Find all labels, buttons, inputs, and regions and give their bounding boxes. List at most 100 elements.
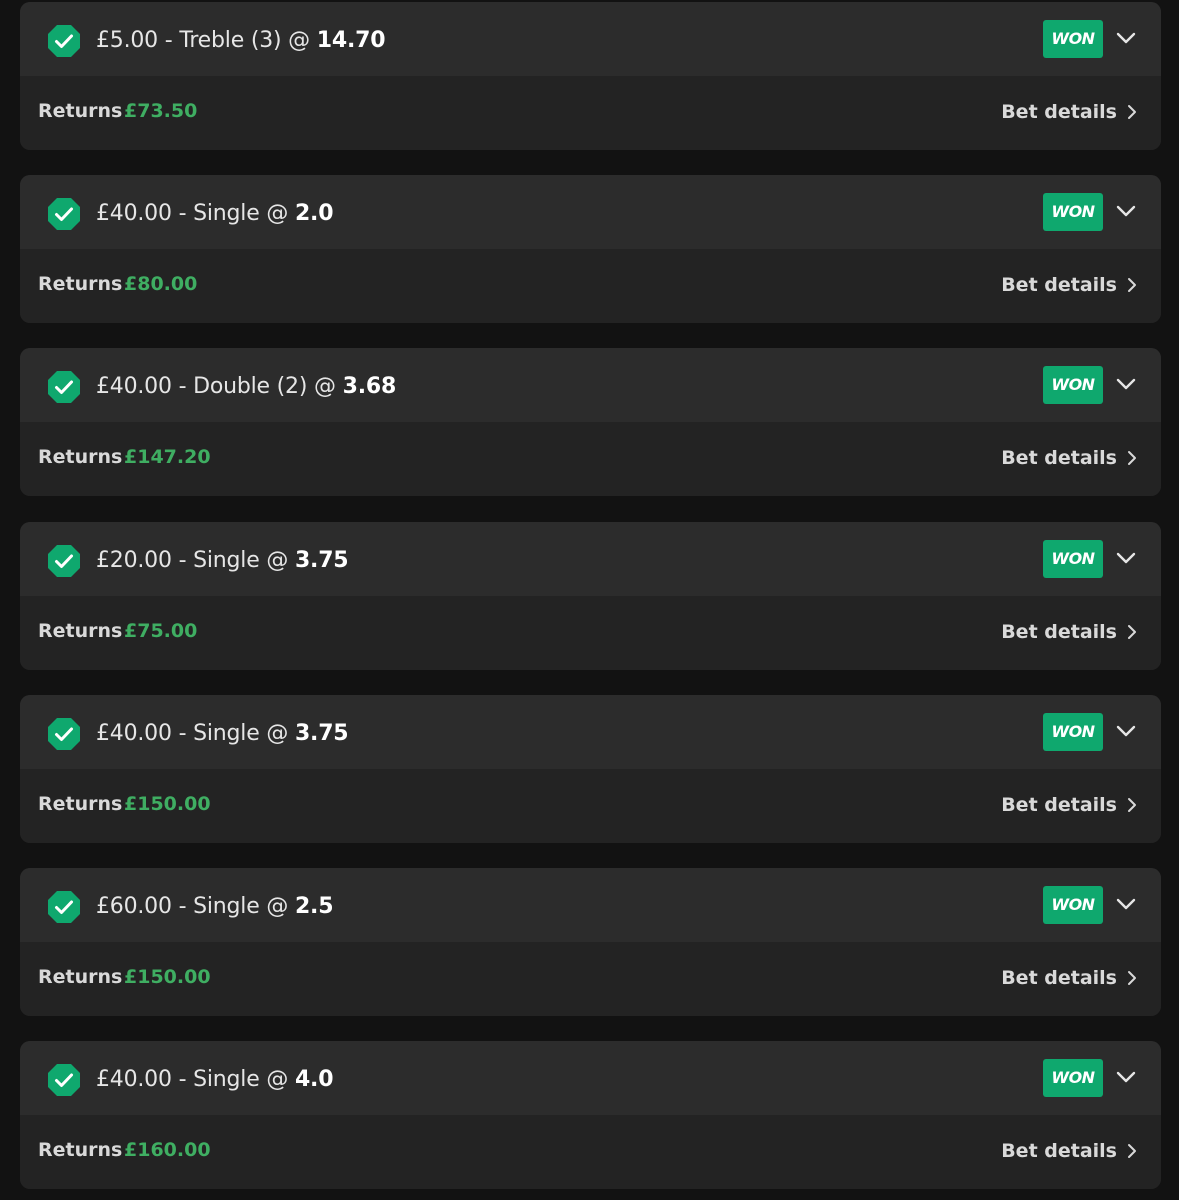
- bet-details-link[interactable]: Bet details: [1001, 444, 1137, 472]
- chevron-down-icon[interactable]: [1115, 550, 1137, 566]
- bet-odds: 3.75: [294, 548, 349, 573]
- chevron-right-icon: [1128, 625, 1136, 639]
- at-text: @: [259, 548, 295, 573]
- status-badge: WON: [1043, 540, 1103, 578]
- bet-card: £40.00 - Double (2) @ 3.68 WON Returns £…: [20, 348, 1161, 496]
- returns-label: Returns: [38, 966, 123, 988]
- bet-card: £60.00 - Single @ 2.5 WON Returns £150.0…: [20, 868, 1161, 1016]
- bet-type: Single: [193, 548, 260, 573]
- bet-card: £40.00 - Single @ 2.0 WON Returns £80.00…: [20, 175, 1161, 323]
- check-icon: [48, 371, 80, 403]
- bet-card-header[interactable]: £40.00 - Single @ 2.0 WON: [20, 175, 1161, 249]
- bet-stake: £40.00: [96, 201, 172, 226]
- bet-card-header[interactable]: £40.00 - Single @ 3.75 WON: [20, 695, 1161, 769]
- bet-details-label: Bet details: [1001, 274, 1117, 296]
- check-icon: [48, 1064, 80, 1096]
- returns-label: Returns: [38, 620, 123, 642]
- bet-summary: £20.00 - Single @ 3.75: [96, 546, 349, 576]
- chevron-right-icon: [1128, 451, 1136, 465]
- bet-summary: £40.00 - Single @ 4.0: [96, 1065, 334, 1095]
- bet-details-link[interactable]: Bet details: [1001, 98, 1137, 126]
- bet-stake: £20.00: [96, 548, 172, 573]
- bet-card-header[interactable]: £20.00 - Single @ 3.75 WON: [20, 522, 1161, 596]
- returns-label: Returns: [38, 100, 123, 122]
- bet-details-link[interactable]: Bet details: [1001, 791, 1137, 819]
- at-text: @: [259, 201, 295, 226]
- returns-label: Returns: [38, 1139, 123, 1161]
- bet-card-header[interactable]: £40.00 - Single @ 4.0 WON: [20, 1041, 1161, 1115]
- status-badge: WON: [1043, 193, 1103, 231]
- bet-odds: 4.0: [294, 1067, 334, 1092]
- check-icon: [48, 545, 80, 577]
- separator-text: -: [171, 721, 194, 746]
- separator-text: -: [171, 201, 194, 226]
- bet-card-footer: Returns £150.00 Bet details: [20, 769, 1161, 843]
- bet-type: Single: [193, 721, 260, 746]
- bet-summary: £40.00 - Single @ 2.0: [96, 199, 334, 229]
- bet-card-footer: Returns £147.20 Bet details: [20, 422, 1161, 496]
- returns-value: £73.50: [124, 100, 198, 122]
- bet-card-header[interactable]: £40.00 - Double (2) @ 3.68 WON: [20, 348, 1161, 422]
- bet-card-footer: Returns £150.00 Bet details: [20, 942, 1161, 1016]
- bet-details-label: Bet details: [1001, 101, 1117, 123]
- status-badge: WON: [1043, 713, 1103, 751]
- chevron-down-icon[interactable]: [1115, 1069, 1137, 1085]
- chevron-right-icon: [1128, 278, 1136, 292]
- bet-stake: £40.00: [96, 374, 172, 399]
- bet-type: Treble (3): [179, 28, 282, 53]
- bet-stake: £40.00: [96, 721, 172, 746]
- returns-label: Returns: [38, 446, 123, 468]
- bet-summary: £60.00 - Single @ 2.5: [96, 892, 334, 922]
- returns-value: £80.00: [124, 273, 198, 295]
- bet-card-footer: Returns £160.00 Bet details: [20, 1115, 1161, 1189]
- bet-card-header[interactable]: £60.00 - Single @ 2.5 WON: [20, 868, 1161, 942]
- bet-details-link[interactable]: Bet details: [1001, 964, 1137, 992]
- status-badge: WON: [1043, 20, 1103, 58]
- bet-stake: £60.00: [96, 894, 172, 919]
- separator-text: -: [171, 1067, 194, 1092]
- bet-card: £40.00 - Single @ 4.0 WON Returns £160.0…: [20, 1041, 1161, 1189]
- bet-odds: 2.5: [294, 894, 334, 919]
- bet-card: £5.00 - Treble (3) @ 14.70 WON Returns £…: [20, 2, 1161, 150]
- bet-summary: £5.00 - Treble (3) @ 14.70: [96, 26, 386, 56]
- bet-card: £20.00 - Single @ 3.75 WON Returns £75.0…: [20, 522, 1161, 670]
- bet-odds: 2.0: [294, 201, 334, 226]
- chevron-right-icon: [1128, 798, 1136, 812]
- chevron-right-icon: [1128, 971, 1136, 985]
- chevron-down-icon[interactable]: [1115, 30, 1137, 46]
- chevron-down-icon[interactable]: [1115, 896, 1137, 912]
- bet-details-label: Bet details: [1001, 447, 1117, 469]
- chevron-right-icon: [1128, 105, 1136, 119]
- at-text: @: [281, 28, 317, 53]
- bet-card-header[interactable]: £5.00 - Treble (3) @ 14.70 WON: [20, 2, 1161, 76]
- check-icon: [48, 718, 80, 750]
- check-icon: [48, 198, 80, 230]
- chevron-right-icon: [1128, 1144, 1136, 1158]
- separator-text: -: [157, 28, 180, 53]
- separator-text: -: [171, 548, 194, 573]
- bet-details-link[interactable]: Bet details: [1001, 271, 1137, 299]
- check-icon: [48, 25, 80, 57]
- chevron-down-icon[interactable]: [1115, 203, 1137, 219]
- returns-label: Returns: [38, 273, 123, 295]
- bet-details-link[interactable]: Bet details: [1001, 618, 1137, 646]
- bet-card: £40.00 - Single @ 3.75 WON Returns £150.…: [20, 695, 1161, 843]
- at-text: @: [259, 721, 295, 746]
- returns-value: £147.20: [124, 446, 211, 468]
- bet-odds: 3.75: [294, 721, 349, 746]
- check-icon: [48, 891, 80, 923]
- bet-details-link[interactable]: Bet details: [1001, 1137, 1137, 1165]
- chevron-down-icon[interactable]: [1115, 723, 1137, 739]
- returns-value: £150.00: [124, 966, 211, 988]
- bet-summary: £40.00 - Double (2) @ 3.68: [96, 372, 396, 402]
- bet-details-label: Bet details: [1001, 794, 1117, 816]
- bet-odds: 14.70: [316, 28, 386, 53]
- bet-details-label: Bet details: [1001, 967, 1117, 989]
- separator-text: -: [171, 374, 194, 399]
- bet-type: Single: [193, 1067, 260, 1092]
- bet-stake: £40.00: [96, 1067, 172, 1092]
- status-badge: WON: [1043, 886, 1103, 924]
- chevron-down-icon[interactable]: [1115, 376, 1137, 392]
- returns-value: £75.00: [124, 620, 198, 642]
- at-text: @: [307, 374, 343, 399]
